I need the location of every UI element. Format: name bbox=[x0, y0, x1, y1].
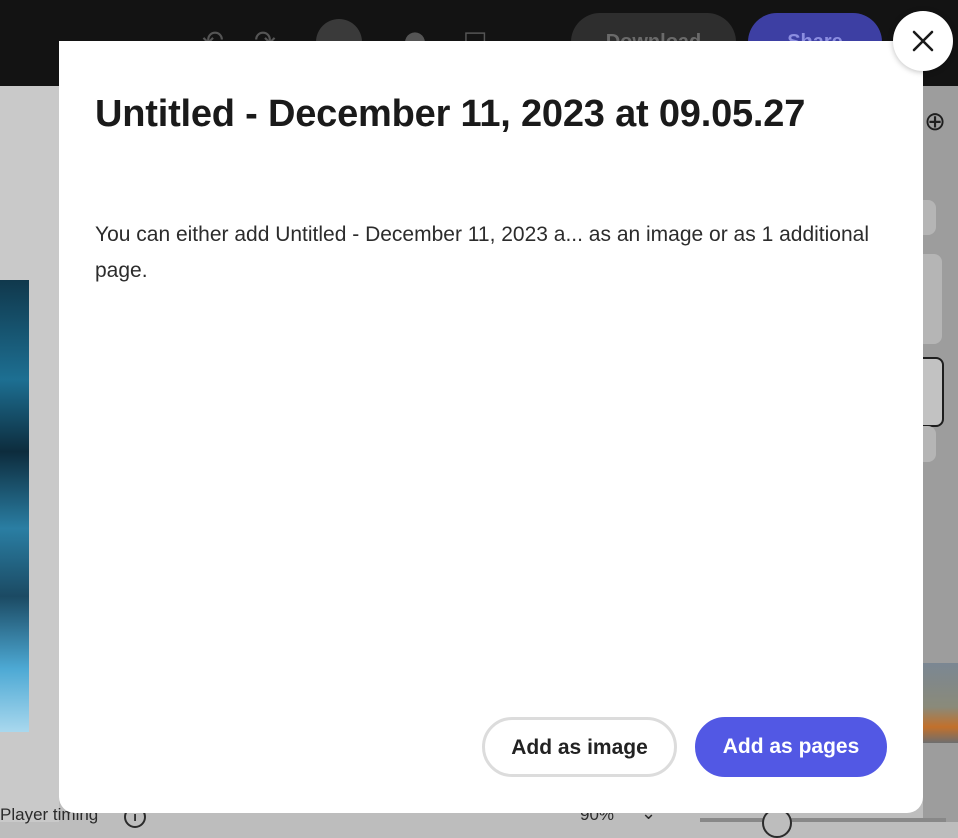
close-dialog-button[interactable] bbox=[893, 11, 953, 71]
close-icon bbox=[912, 30, 934, 52]
add-circle-icon[interactable]: ⊕ bbox=[921, 108, 949, 136]
add-as-pages-button[interactable]: Add as pages bbox=[695, 717, 887, 777]
add-file-dialog: Untitled - December 11, 2023 at 09.05.27… bbox=[59, 41, 923, 813]
zoom-slider-track[interactable] bbox=[700, 818, 946, 822]
add-as-image-button[interactable]: Add as image bbox=[482, 717, 677, 777]
dialog-title: Untitled - December 11, 2023 at 09.05.27 bbox=[95, 93, 806, 135]
dialog-message: You can either add Untitled - December 1… bbox=[95, 223, 869, 282]
page-thumbnail[interactable] bbox=[921, 663, 958, 743]
canvas-image-thumbnail bbox=[0, 280, 29, 732]
